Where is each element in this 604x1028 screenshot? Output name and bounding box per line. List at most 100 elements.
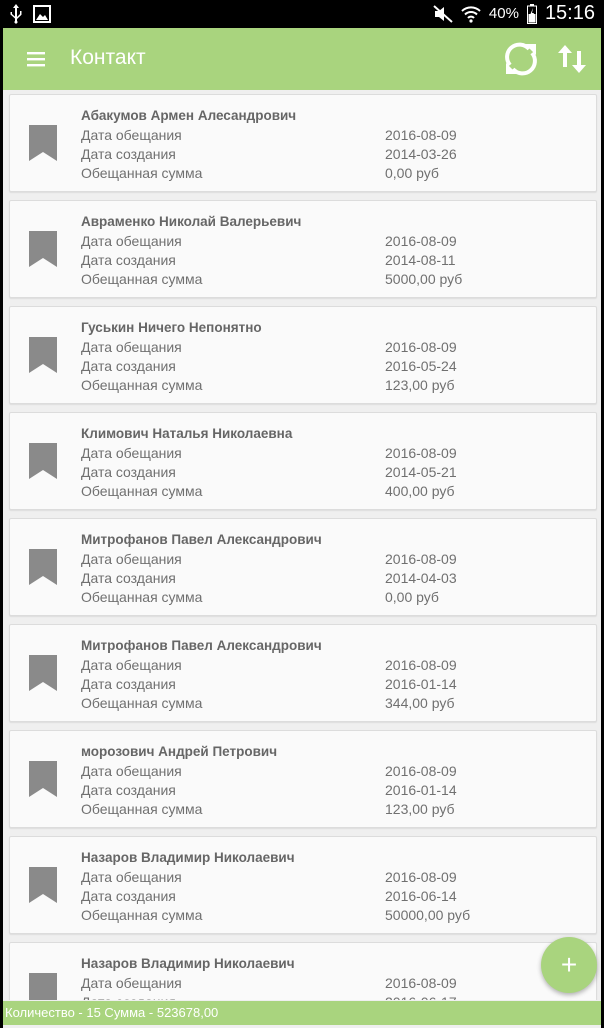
promised-sum-value: 123,00 руб [385,377,455,393]
bookmark-icon [29,867,57,903]
contact-card[interactable]: Назаров Владимир Николаевич Дата обещани… [9,942,597,1000]
contact-name: Авраменко Николай Валерьевич [81,214,302,229]
bookmark-icon [29,549,57,585]
promise-date-label: Дата обещания [81,127,182,143]
promise-date-label: Дата обещания [81,339,182,355]
page-title: Контакт [70,46,146,69]
created-date-label: Дата создания [81,676,176,692]
promise-date-label: Дата обещания [81,869,182,885]
created-date-value: 2014-03-26 [385,146,457,162]
bookmark-icon [29,973,57,1000]
created-date-value: 2016-05-24 [385,358,457,374]
summary-footer: Количество - 15 Сумма - 523678,00 [3,1001,601,1025]
status-bar-system: 40% 15:16 [433,2,595,25]
contact-name: Назаров Владимир Николаевич [81,956,295,971]
bookmark-icon [29,761,57,797]
promised-sum-value: 123,00 руб [385,801,455,817]
status-bar: 40% 15:16 [3,0,601,28]
created-date-label: Дата создания [81,464,176,480]
contact-card[interactable]: Назаров Владимир Николаевич Дата обещани… [9,836,597,934]
created-date-value: 2014-08-11 [385,252,456,268]
promised-sum-label: Обещанная сумма [81,483,203,499]
promise-date-label: Дата обещания [81,657,182,673]
contact-name: Абакумов Армен Алесандрович [81,108,297,123]
promised-sum-label: Обещанная сумма [81,271,203,287]
bookmark-icon [29,655,57,691]
usb-icon [10,4,22,24]
created-date-value: 2016-06-14 [385,888,457,904]
promised-sum-value: 5000,00 руб [385,271,463,287]
created-date-label: Дата создания [81,782,176,798]
promised-sum-value: 50000,00 руб [385,907,471,923]
promise-date-value: 2016-08-09 [385,127,457,143]
sort-icon[interactable] [555,41,589,77]
created-date-label: Дата создания [81,146,176,162]
promise-date-value: 2016-08-09 [385,551,457,567]
created-date-value: 2016-01-14 [385,676,457,692]
clock: 15:16 [544,2,595,24]
menu-icon[interactable] [25,49,49,69]
contact-name: Климович Наталья Николаевна [81,426,293,441]
created-date-label: Дата создания [81,994,176,1000]
bookmark-icon [29,337,57,373]
promise-date-value: 2016-08-09 [385,869,457,885]
promised-sum-value: 0,00 руб [385,589,439,605]
promised-sum-label: Обещанная сумма [81,377,203,393]
bookmark-icon [29,443,57,479]
contact-name: Митрофанов Павел Александрович [81,638,322,653]
promise-date-label: Дата обещания [81,445,182,461]
promised-sum-value: 344,00 руб [385,695,455,711]
promised-sum-label: Обещанная сумма [81,801,203,817]
promised-sum-label: Обещанная сумма [81,589,203,605]
summary-text: Количество - 15 Сумма - 523678,00 [5,1005,219,1020]
image-notification-icon [33,5,51,23]
promised-sum-value: 400,00 руб [385,483,455,499]
promised-sum-value: 0,00 руб [385,165,439,181]
contact-name: Назаров Владимир Николаевич [81,850,295,865]
contact-card[interactable]: Митрофанов Павел Александрович Дата обещ… [9,518,597,616]
promise-date-value: 2016-08-09 [385,445,457,461]
created-date-value: 2016-01-14 [385,782,457,798]
contact-name: Митрофанов Павел Александрович [81,532,322,547]
refresh-icon[interactable] [501,41,541,77]
battery-icon [526,3,537,24]
created-date-label: Дата создания [81,570,176,586]
created-date-label: Дата создания [81,358,176,374]
bookmark-icon [29,231,57,267]
battery-percent: 40% [488,5,519,22]
promise-date-value: 2016-08-09 [385,657,457,673]
promise-date-label: Дата обещания [81,763,182,779]
add-icon: + [560,949,578,980]
contact-name: Гуськин Ничего Непонятно [81,320,262,335]
contact-card[interactable]: Абакумов Армен Алесандрович Дата обещани… [9,94,597,192]
created-date-label: Дата создания [81,252,176,268]
contact-card[interactable]: морозович Андрей Петрович Дата обещания … [9,730,597,828]
status-bar-notifications [9,4,51,24]
promise-date-value: 2016-08-09 [385,763,457,779]
promise-date-value: 2016-08-09 [385,975,457,991]
wifi-icon [461,5,481,23]
app-toolbar: Контакт [3,28,601,90]
created-date-value: 2014-05-21 [385,464,457,480]
add-contact-button[interactable]: + [541,937,597,993]
contact-card[interactable]: Гуськин Ничего Непонятно Дата обещания 2… [9,306,597,404]
promise-date-value: 2016-08-09 [385,339,457,355]
promise-date-label: Дата обещания [81,233,182,249]
contact-name: морозович Андрей Петрович [81,744,278,759]
promise-date-label: Дата обещания [81,975,182,991]
bookmark-icon [29,125,57,161]
promised-sum-label: Обещанная сумма [81,907,203,923]
promise-date-label: Дата обещания [81,551,182,567]
contact-card[interactable]: Митрофанов Павел Александрович Дата обещ… [9,624,597,722]
promise-date-value: 2016-08-09 [385,233,457,249]
promised-sum-label: Обещанная сумма [81,695,203,711]
created-date-label: Дата создания [81,888,176,904]
created-date-value: 2014-04-03 [385,570,457,586]
contact-card[interactable]: Авраменко Николай Валерьевич Дата обещан… [9,200,597,298]
contact-list[interactable]: Абакумов Армен Алесандрович Дата обещани… [3,90,601,1000]
app-screen: 40% 15:16 Контакт Абакумов Армен Алесанд… [3,0,601,1028]
mute-icon [433,4,453,23]
promised-sum-label: Обещанная сумма [81,165,203,181]
created-date-value: 2016-06-17 [385,994,457,1000]
contact-card[interactable]: Климович Наталья Николаевна Дата обещани… [9,412,597,510]
